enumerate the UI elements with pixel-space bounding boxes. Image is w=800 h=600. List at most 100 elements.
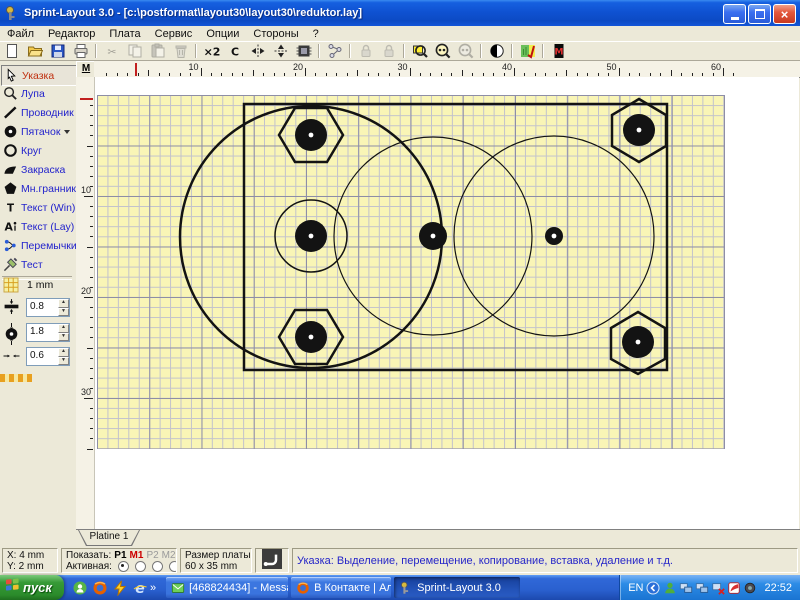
menu-item-file[interactable]: Файл xyxy=(0,28,41,40)
tray-net-icon[interactable] xyxy=(679,581,693,595)
active-layer-radio-2[interactable] xyxy=(135,561,146,572)
quick-launch-overflow[interactable]: » xyxy=(150,582,156,594)
spin-down-icon[interactable]: ▼ xyxy=(58,308,69,317)
canvas[interactable] xyxy=(94,77,799,529)
quick-launch-qip[interactable] xyxy=(72,580,88,596)
tool-fill[interactable]: Закраска xyxy=(1,160,75,179)
layer-P2[interactable]: P2 xyxy=(146,550,158,561)
macro-m-button[interactable]: M xyxy=(547,42,570,60)
tool-trace-label: Проводник xyxy=(21,107,74,119)
tool-polygon[interactable]: Мн.гранник xyxy=(1,179,75,198)
menu-item-help[interactable]: ? xyxy=(306,28,326,40)
tool-pad-label: Пятачок xyxy=(21,126,60,138)
magnifier-icon xyxy=(1,86,19,102)
task-sprint-layout[interactable]: Sprint-Layout 3.0 xyxy=(394,577,520,598)
save-button[interactable] xyxy=(46,42,69,60)
photoview-button[interactable] xyxy=(516,42,539,60)
pad-size-spinner[interactable]: 1.8 ▲▼ xyxy=(26,323,70,342)
cursor-y: Y: 2 mm xyxy=(7,561,53,572)
clock[interactable]: 22:52 xyxy=(764,582,792,594)
active-layer-radio-1[interactable] xyxy=(118,561,129,572)
rotate-button[interactable]: C xyxy=(223,42,246,60)
print-icon xyxy=(73,43,89,59)
menu-item-board[interactable]: Плата xyxy=(102,28,147,40)
close-button[interactable]: × xyxy=(773,4,796,24)
tool-text-win-label: Текст (Win) xyxy=(21,202,75,214)
restore-button[interactable] xyxy=(748,4,771,24)
zoom-previous-button[interactable] xyxy=(454,42,477,60)
start-button[interactable]: пуск xyxy=(0,575,64,600)
cut-button[interactable]: ✂ xyxy=(100,42,123,60)
tool-pad[interactable]: Пятачок xyxy=(1,122,75,141)
pad-icon xyxy=(1,124,19,140)
app-icon xyxy=(4,5,20,21)
copy-button[interactable] xyxy=(123,42,146,60)
menu-item-options[interactable]: Опции xyxy=(199,28,246,40)
mirror-vertical-button[interactable] xyxy=(269,42,292,60)
menubar: ФайлРедакторПлатаСервисОпцииСтороны? xyxy=(0,26,800,42)
tool-circle[interactable]: Круг xyxy=(1,141,75,160)
macro-library-button[interactable] xyxy=(292,42,315,60)
tray-chevron-icon[interactable] xyxy=(646,581,660,595)
quick-launch-internet-explorer[interactable]: e xyxy=(132,580,148,596)
tray-nonet-icon[interactable] xyxy=(711,581,725,595)
cursor-x-marker xyxy=(135,63,137,76)
tool-pointer[interactable]: Указка xyxy=(1,65,77,86)
open-button[interactable] xyxy=(23,42,46,60)
tray-net-icon[interactable] xyxy=(695,581,709,595)
paste-button[interactable] xyxy=(146,42,169,60)
zoom-board-icon xyxy=(412,43,428,59)
track-width-value: 0.8 xyxy=(27,299,58,316)
lock-macro-button[interactable] xyxy=(377,42,400,60)
language-indicator[interactable]: EN xyxy=(628,582,643,594)
open-folder-icon xyxy=(27,43,43,59)
delete-button[interactable] xyxy=(169,42,192,60)
print-button[interactable] xyxy=(69,42,92,60)
duplicate-button[interactable]: ×2 xyxy=(200,42,223,60)
layer-P1[interactable]: P1 xyxy=(114,550,126,561)
task-vkontakte[interactable]: В Контакте | Алексе... xyxy=(291,577,391,598)
connections-button[interactable] xyxy=(323,42,346,60)
tool-zoom[interactable]: Лупа xyxy=(1,84,75,103)
layer-M2[interactable]: M2 xyxy=(162,550,176,561)
mirror-horizontal-button[interactable] xyxy=(246,42,269,60)
tool-text-win[interactable]: T Текст (Win) xyxy=(1,198,75,217)
board-tab[interactable]: Platine 1 xyxy=(78,530,140,546)
tool-jumpers[interactable]: Перемычки xyxy=(1,236,75,255)
spin-down-icon[interactable]: ▼ xyxy=(58,357,69,366)
start-label: пуск xyxy=(23,580,52,595)
tool-trace[interactable]: Проводник xyxy=(1,103,75,122)
pad-drill-spinner[interactable]: 0.6 ▲▼ xyxy=(26,347,70,366)
chevron-down-icon[interactable] xyxy=(64,130,70,134)
menu-item-editor[interactable]: Редактор xyxy=(41,28,102,40)
tool-text-lay[interactable]: A Текст (Lay) xyxy=(1,217,75,236)
lock-button[interactable] xyxy=(354,42,377,60)
track-width-spinner[interactable]: 0.8 ▲▼ xyxy=(26,298,70,317)
spin-up-icon[interactable]: ▲ xyxy=(58,324,69,333)
layer-M1[interactable]: M1 xyxy=(130,550,144,561)
tray-dm-icon[interactable] xyxy=(727,581,741,595)
tool-test[interactable]: Тест xyxy=(1,255,75,274)
zoom-selection-button[interactable] xyxy=(431,42,454,60)
active-layer-radio-4[interactable] xyxy=(169,561,177,572)
minimize-button[interactable] xyxy=(723,4,746,24)
track-width-icon xyxy=(3,298,20,315)
task-icq-message[interactable]: [468824434] - Messa... xyxy=(166,577,288,598)
restore-icon xyxy=(755,9,765,19)
spin-up-icon[interactable]: ▲ xyxy=(58,299,69,308)
spin-up-icon[interactable]: ▲ xyxy=(58,348,69,357)
contrast-button[interactable] xyxy=(485,42,508,60)
tray-cam-icon[interactable] xyxy=(743,581,757,595)
quick-launch-download-master[interactable] xyxy=(112,580,128,596)
menu-item-service[interactable]: Сервис xyxy=(148,28,200,40)
active-layer-radio-3[interactable] xyxy=(152,561,163,572)
new-button[interactable] xyxy=(0,42,23,60)
zoom-board-button[interactable] xyxy=(408,42,431,60)
bend-mode-panel[interactable] xyxy=(255,548,289,573)
tray-user-icon[interactable] xyxy=(663,581,677,595)
grid-setting[interactable]: 1 mm xyxy=(3,276,73,294)
hint-panel: Указка: Выделение, перемещение, копирова… xyxy=(292,548,798,573)
quick-launch-firefox[interactable] xyxy=(92,580,108,596)
spin-down-icon[interactable]: ▼ xyxy=(58,333,69,342)
menu-item-sides[interactable]: Стороны xyxy=(246,28,305,40)
